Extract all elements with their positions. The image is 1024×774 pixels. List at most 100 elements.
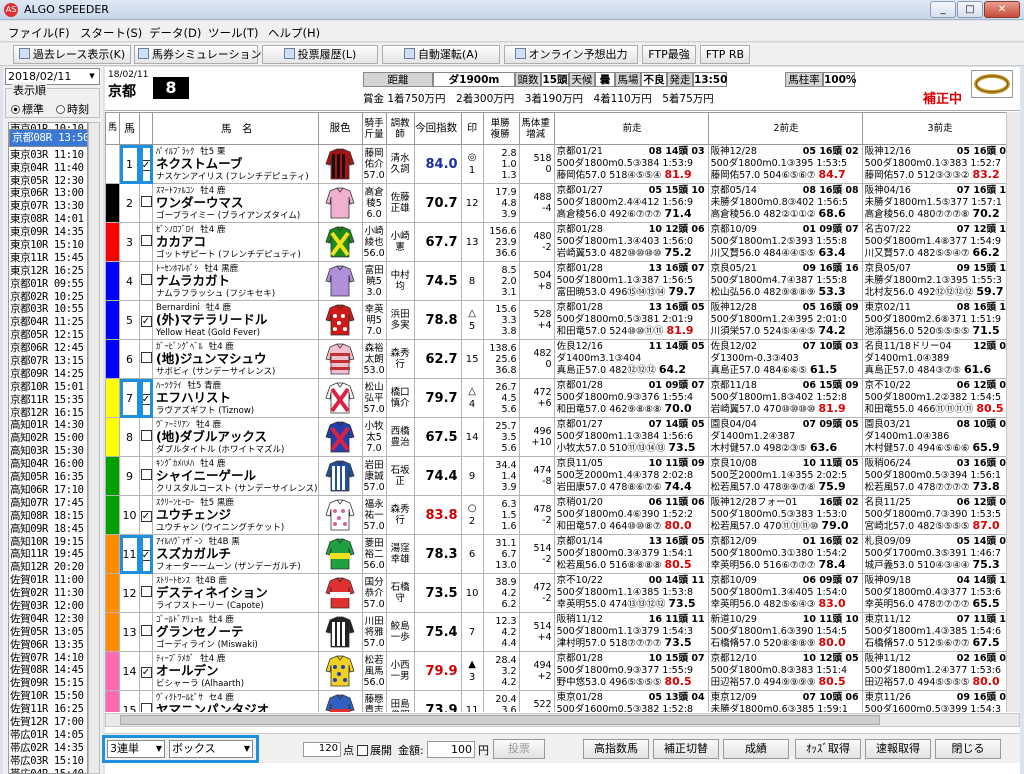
- menu-tools[interactable]: ツール(T): [208, 25, 259, 41]
- horse-name-cell[interactable]: Bernardini 牡4 鹿 (外)マテラリードル Yellow Heat (Gol…: [152, 300, 319, 340]
- select-checkbox-cell[interactable]: [139, 339, 153, 379]
- close-window-button[interactable]: 閉じる: [935, 739, 1001, 759]
- prev-race-1[interactable]: 京都01/27 05 15頭 10 500ダ1800m2.4④412 1:56:9 高…: [553, 183, 709, 223]
- scrollbar-thumb[interactable]: [120, 715, 880, 725]
- race-list-item[interactable]: 東京05R 12:30: [9, 175, 87, 188]
- prev-race-3[interactable]: 東京02/11 08 16頭 10 500ダ1800m2.6⑧371 1:51:9 池…: [861, 300, 1017, 340]
- race-list-item[interactable]: 佐賀01R 11:00: [9, 574, 87, 587]
- vote-button[interactable]: 投票: [493, 739, 545, 759]
- mark-cell[interactable]: ○ 2: [460, 495, 484, 535]
- horse-name-cell[interactable]: ｾﾞﾝﾉﾛﾌﾞﾛｲ 牡4 鹿カカアコ ゴットザピート (フレンチデピュティ): [152, 222, 319, 262]
- race-list-item[interactable]: 東京10R 15:10: [9, 239, 87, 252]
- race-list-item[interactable]: 高知06R 17:10: [9, 484, 87, 497]
- table-row[interactable]: 4 ﾄｰｾﾝﾎﾏﾚﾎﾞｼ 牡4 黒鹿 ナムラカガト ナムラフラッシュ (フジキセキ) 富田…: [105, 261, 1017, 301]
- prev-race-1[interactable]: 京都01/28 10 12頭 06 500ダ1800m1.3④403 1:56:0 岩…: [553, 222, 709, 262]
- table-row[interactable]: 13 ｺﾞｰﾙﾄﾞｱﾘｭｰﾙ 牡4 鹿グランセノーテ ゴーディライン (Miswaki…: [105, 612, 1017, 652]
- prev-race-2[interactable]: 園良04/04 07 09頭 05 ダ1400m1.2④387 木村健57.0 498…: [707, 417, 863, 457]
- prev-race-2[interactable]: 佐良12/02 07 10頭 03 ダ1300m-0.3③403 真島正57.0 48…: [707, 339, 863, 379]
- race-list-item[interactable]: 京都03R 10:55: [9, 303, 87, 316]
- checkbox-icon[interactable]: [140, 235, 152, 246]
- prev-race-1[interactable]: 京稍01/20 06 11頭 06 500ダ1800m0.4⑥390 1:52:2 和…: [553, 495, 709, 535]
- race-list-item[interactable]: 東京03R 11:10: [9, 149, 87, 162]
- auto-run-button[interactable]: 自動運転(A): [382, 45, 500, 64]
- correction-toggle-button[interactable]: 補正切替: [653, 739, 719, 759]
- race-list-item[interactable]: 佐賀09R 15:15: [9, 677, 87, 690]
- checkbox-icon[interactable]: [140, 469, 152, 480]
- prev-race-1[interactable]: 佐良12/16 11 14頭 05 ダ1400m3.1③404 真島正57.0 482…: [553, 339, 709, 379]
- mark-cell[interactable]: 9: [460, 456, 484, 496]
- race-list[interactable]: 東京01R 10:10東京02R 10:40東京03R 11:10東京04R 1…: [8, 122, 88, 774]
- prev-race-2[interactable]: 京都10/09 01 09頭 07 500ダ1800m1.2⑤393 1:55:8 川…: [707, 222, 863, 262]
- prev-race-3[interactable]: 東京11/12 07 11頭 13 500ダ1800m1.4③385 1:54:6 石…: [861, 612, 1017, 652]
- prev-race-1[interactable]: 阪稍11/12 16 11頭 11 500ダ1800m1.1③379 1:54:3 津…: [553, 612, 709, 652]
- online-output-button[interactable]: オンライン予想出力: [504, 45, 638, 64]
- prev-race-2[interactable]: 新道10/29 10 11頭 10 500ダ1800m1.6③390 1:54:5 石…: [707, 612, 863, 652]
- prev-race-3[interactable]: 阪神11/12 02 16頭 08 500ダ1800m1.2④377 1:53:6 田…: [861, 651, 1017, 691]
- past-race-button[interactable]: 過去レース表示(K): [13, 45, 131, 64]
- race-list-item[interactable]: 高知04R 16:00: [9, 458, 87, 471]
- ticket-simulation-button[interactable]: 馬券シミュレーション(B): [134, 45, 278, 64]
- select-checkbox-cell[interactable]: ✓: [139, 534, 153, 574]
- table-row[interactable]: 7 ✓ ﾊｰﾂｸﾗｲ 牡5 青鹿 エフハリスト ラヴアズギフト (Tiznow) 松山弘平5…: [105, 378, 1017, 418]
- checkbox-icon[interactable]: [140, 274, 152, 285]
- vote-history-button[interactable]: 投票履歴(L): [262, 45, 378, 64]
- prev-race-2[interactable]: 京都11/18 06 15頭 09 500ダ1800m1.8③402 1:52:8 岩…: [707, 378, 863, 418]
- menu-data[interactable]: データ(D): [149, 25, 201, 41]
- close-button[interactable]: ✕: [984, 1, 1020, 18]
- race-list-item[interactable]: 高知03R 15:30: [9, 445, 87, 458]
- select-checkbox-cell[interactable]: [139, 417, 153, 457]
- prev-race-1[interactable]: 京都01/21 08 14頭 03 500ダ1800m0.5③384 1:53:9 藤…: [553, 144, 709, 184]
- horse-name-cell[interactable]: ｽｸﾘｰﾝﾋｰﾛｰ 牡5 黒鹿 ユウチェンジ ユウチャン (ウイニングチケット): [152, 495, 319, 535]
- horse-name-cell[interactable]: ﾄｰｾﾝﾎﾏﾚﾎﾞｼ 牡4 黒鹿 ナムラカガト ナムラフラッシュ (フジキセキ): [152, 261, 319, 301]
- horse-name-cell[interactable]: ｱｲﾙﾊｳﾞｧｻﾞｰﾝ 牡4B 黒スズカガルチ フォーターームーン (ザンデーガルチ…: [152, 534, 319, 574]
- race-list-item[interactable]: 京都10R 15:01: [9, 381, 87, 394]
- menu-file[interactable]: ファイル(F): [8, 25, 70, 41]
- table-row[interactable]: 6 ｶﾞｰﾋﾞﾝｸﾞﾍﾞﾙ 牡4 鹿 (地)ジュンマシュウ サボビィ (サンデーサイレン…: [105, 339, 1017, 379]
- prev-race-1[interactable]: 京良11/05 10 11頭 09 500芝2000m1.4④378 2:02:8 岩…: [553, 456, 709, 496]
- race-list-item[interactable]: 高知12R 20:20: [9, 561, 87, 574]
- mark-cell[interactable]: ◎ 1: [460, 144, 484, 184]
- prev-race-1[interactable]: 京都01/28 01 09頭 07 500ダ1800m0.9③376 1:55:4 和…: [553, 378, 709, 418]
- race-list-item[interactable]: 高知05R 16:35: [9, 471, 87, 484]
- prev-race-2[interactable]: 京都12/10 10 12頭 05 500ダ1800m0.8③383 1:51:4 田…: [707, 651, 863, 691]
- race-list-item[interactable]: 佐賀11R 16:25: [9, 703, 87, 716]
- table-row[interactable]: 9 ｷﾝｸﾞｶﾒﾊﾒﾊ 牡4 鹿シャイニーゲール クリスタルコースト (サンデーサイレ…: [105, 456, 1017, 496]
- race-list-item[interactable]: 京都11R 15:35: [9, 394, 87, 407]
- select-checkbox-cell[interactable]: [139, 222, 153, 262]
- mark-cell[interactable]: 14: [460, 417, 484, 457]
- prev-race-3[interactable]: 阪神12/16 05 16頭 02 500ダ1800m0.1③383 1:52:7 藤…: [861, 144, 1017, 184]
- checkbox-icon[interactable]: ✓: [140, 510, 152, 522]
- prev-race-1[interactable]: 京都01/27 07 14頭 05 500ダ1800m1.1③384 1:56:6 小…: [553, 417, 709, 457]
- race-list-item[interactable]: 京都12R 16:15: [9, 407, 87, 420]
- prev-race-3[interactable]: 阪稍06/24 03 16頭 03 500ダ1800m0.5③394 1:56:1 松…: [861, 456, 1017, 496]
- checkbox-icon[interactable]: [140, 352, 152, 363]
- checkbox-icon[interactable]: ✓: [140, 549, 152, 561]
- race-list-item[interactable]: 高知09R 18:45: [9, 523, 87, 536]
- table-horizontal-scrollbar[interactable]: [105, 713, 1020, 727]
- prev-race-2[interactable]: 京都12/09 01 16頭 02 500ダ1800m0.3①380 1:54:2 幸…: [707, 534, 863, 574]
- race-list-item[interactable]: 東京09R 14:35: [9, 226, 87, 239]
- table-row[interactable]: 10 ✓ ｽｸﾘｰﾝﾋｰﾛｰ 牡5 黒鹿 ユウチェンジ ユウチャン (ウイニングチケット)…: [105, 495, 1017, 535]
- table-vertical-scrollbar[interactable]: [1006, 112, 1020, 712]
- menu-help[interactable]: ヘルプ(H): [268, 25, 320, 41]
- race-list-item[interactable]: 帯広03R 15:10: [9, 755, 87, 768]
- prev-race-1[interactable]: 京都01/14 13 16頭 05 500ダ1800m0.3④379 1:54:1 松…: [553, 534, 709, 574]
- race-list-item[interactable]: 佐賀12R 17:00: [9, 716, 87, 729]
- race-list-item[interactable]: 佐賀04R 12:30: [9, 613, 87, 626]
- order-time-radio[interactable]: 時刻: [56, 101, 89, 117]
- race-list-item[interactable]: 東京06R 13:00: [9, 187, 87, 200]
- select-checkbox-cell[interactable]: ✓: [139, 378, 153, 418]
- dropdown-arrow-icon[interactable]: ▼: [86, 70, 98, 83]
- horse-name-cell[interactable]: ﾃｨｰﾌﾞﾗﾒｶﾞ 牡4 鹿オールデン ビシャーラ (Alhaarth): [152, 651, 319, 691]
- prev-race-2[interactable]: 阪神12/28 05 16頭 02 500ダ1800m0.1③395 1:53:5 藤…: [707, 144, 863, 184]
- race-list-item[interactable]: 京都01R 09:55: [9, 278, 87, 291]
- prev-race-3[interactable]: 東京11/2609 16頭 04500ダ1600m0.5③399 1:54:3戸…: [861, 690, 1017, 712]
- prev-race-3[interactable]: 札良09/09 05 14頭 03 500ダ1700m0.3⑤391 1:46:7 城…: [861, 534, 1017, 574]
- table-row[interactable]: 12 ｽﾄﾘｰﾄｾﾝｽ 牡4B 鹿デスティネイション ライフストーリー (Capote…: [105, 573, 1017, 613]
- horse-name-cell[interactable]: ﾊﾟｲﾙﾌﾞﾗｯｸ 牡5 栗ネクストムーブ ナスケンアイリス (フレンチデピュティ): [152, 144, 319, 184]
- mark-cell[interactable]: 10: [460, 573, 484, 613]
- prev-race-1[interactable]: 京都01/28 13 16頭 05 500ダ1800m0.5③381 2:01:9 和…: [553, 300, 709, 340]
- race-list-item[interactable]: 東京08R 14:01: [9, 213, 87, 226]
- race-list-item[interactable]: 高知10R 19:15: [9, 536, 87, 549]
- mark-cell[interactable]: 6: [460, 534, 484, 574]
